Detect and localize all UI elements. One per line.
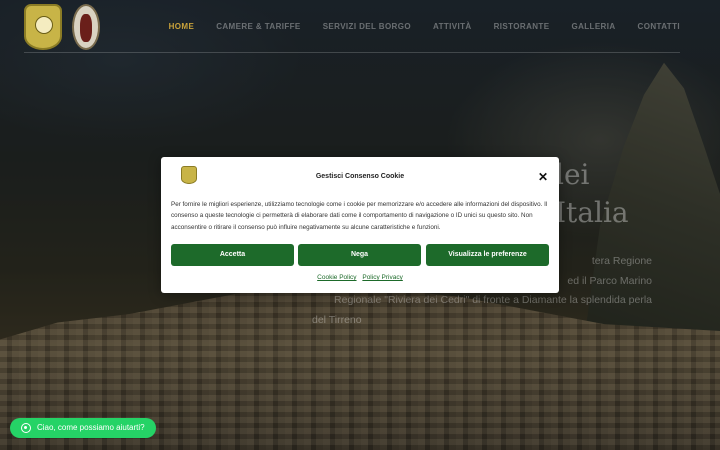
nav-item-attivita[interactable]: ATTIVITÀ — [433, 22, 472, 31]
deny-button[interactable]: Nega — [298, 244, 421, 266]
privacy-policy-link[interactable]: Policy Privacy — [362, 274, 402, 281]
nav-item-ristorante[interactable]: RISTORANTE — [494, 22, 550, 31]
nav-item-camere-tariffe[interactable]: CAMERE & TARIFFE — [216, 22, 300, 31]
hero-paragraph-line: del Tirreno — [312, 313, 362, 326]
nav-item-servizi-del-borgo[interactable]: SERVIZI DEL BORGO — [323, 22, 411, 31]
nav-item-galleria[interactable]: GALLERIA — [571, 22, 615, 31]
cookie-dialog-message: Per fornire le migliori esperienze, util… — [171, 201, 548, 231]
header-divider — [24, 52, 680, 53]
cookie-dialog-links: Cookie Policy Policy Privacy — [161, 274, 559, 281]
accept-button[interactable]: Accetta — [171, 244, 294, 266]
site-header: HOME CAMERE & TARIFFE SERVIZI DEL BORGO … — [0, 0, 720, 54]
view-preferences-button[interactable]: Visualizza le preferenze — [426, 244, 549, 266]
main-nav: HOME CAMERE & TARIFFE SERVIZI DEL BORGO … — [169, 22, 680, 31]
cookie-consent-dialog: Gestisci Consenso Cookie ✕ Per fornire l… — [161, 157, 559, 293]
hero-title-line: lei — [555, 158, 590, 191]
hero-paragraph-line: Regionale "Riviera dei Cedri" di fronte … — [334, 294, 652, 306]
site-logo[interactable] — [24, 4, 62, 50]
nav-item-contatti[interactable]: CONTATTI — [638, 22, 680, 31]
close-icon[interactable]: ✕ — [537, 171, 549, 183]
whatsapp-chat-button[interactable]: Ciao, come possiamo aiutarti? — [10, 418, 156, 438]
hero-title: lei Italia — [555, 156, 629, 232]
cookie-policy-link[interactable]: Cookie Policy — [317, 274, 356, 281]
partner-logo[interactable] — [72, 4, 100, 50]
whatsapp-icon — [21, 423, 31, 433]
chat-button-label: Ciao, come possiamo aiutarti? — [37, 423, 145, 432]
hero-title-line: Italia — [555, 196, 629, 229]
nav-item-home[interactable]: HOME — [169, 22, 195, 31]
cookie-dialog-title: Gestisci Consenso Cookie — [315, 173, 405, 180]
